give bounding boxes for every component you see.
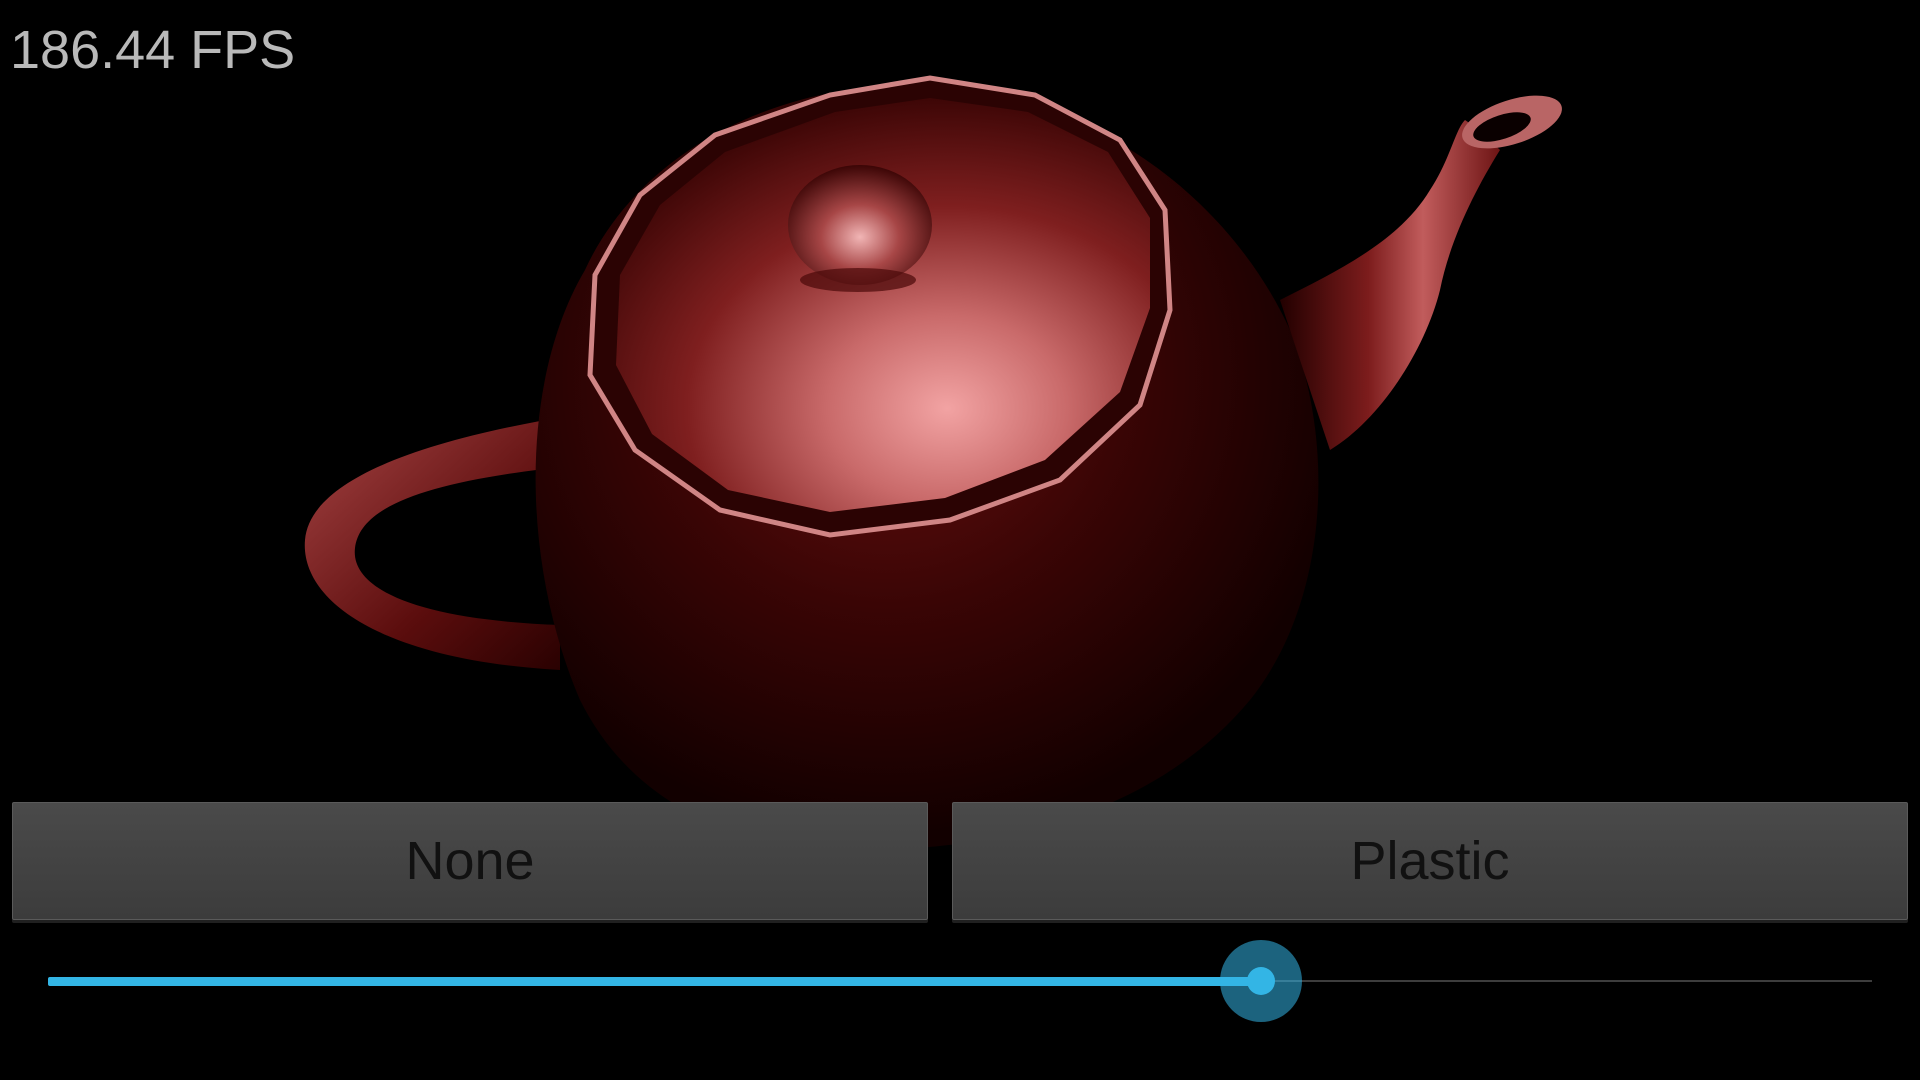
slider-thumb-core: [1246, 967, 1275, 995]
plastic-button-label: Plastic: [1350, 831, 1510, 891]
none-button[interactable]: None: [12, 802, 928, 920]
slider-thumb[interactable]: [1219, 940, 1302, 1022]
slider-fill: [48, 977, 1261, 986]
fps-counter: 186.44 FPS: [10, 20, 296, 80]
gl-viewport: 186.44 FPS None Plastic: [0, 0, 1920, 1080]
none-button-label: None: [405, 831, 535, 891]
plastic-button[interactable]: Plastic: [952, 802, 1908, 920]
material-slider[interactable]: [48, 940, 1872, 1022]
